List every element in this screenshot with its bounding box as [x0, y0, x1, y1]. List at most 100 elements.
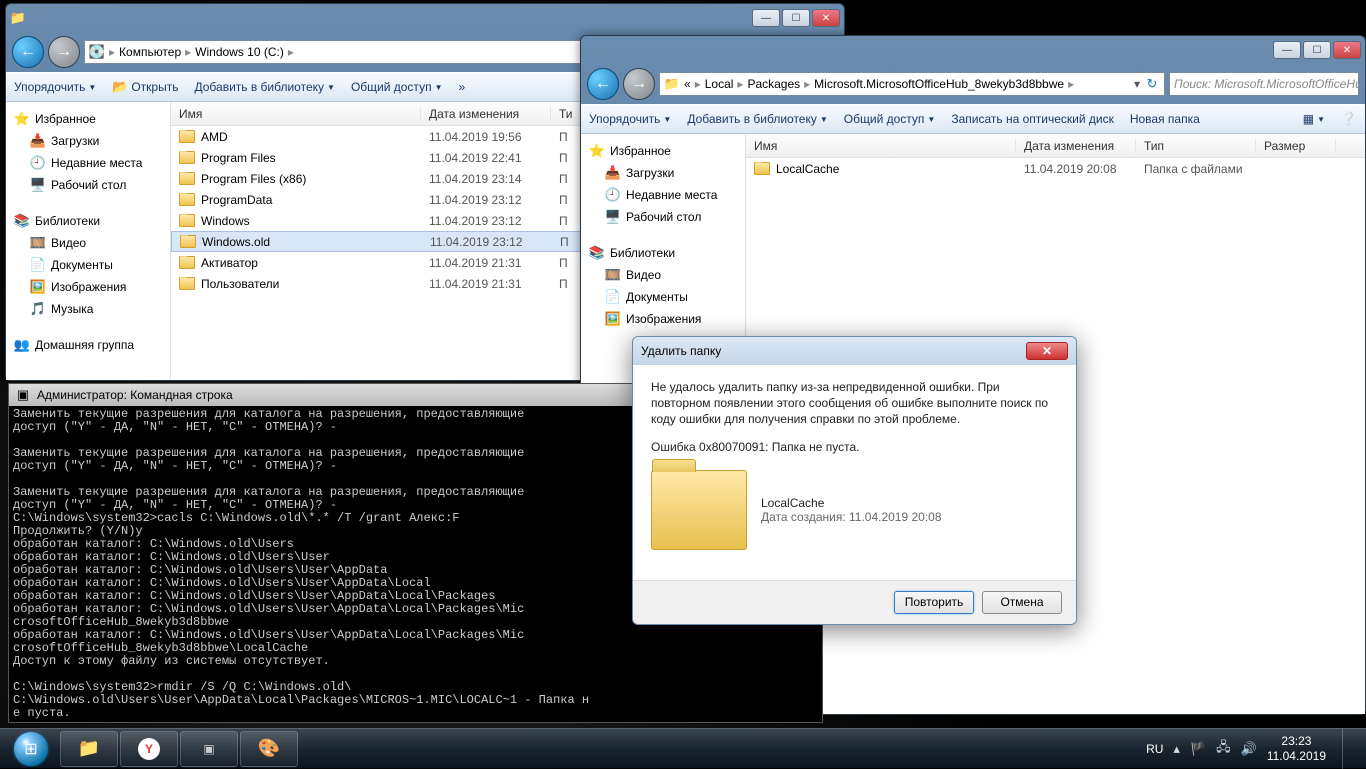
video-icon: 🎞️ [605, 267, 621, 283]
flag-icon[interactable]: 🏴 [1190, 741, 1206, 757]
file-date: 11.04.2019 21:31 [421, 277, 551, 291]
tray-up-icon[interactable]: ▴ [1173, 741, 1180, 757]
minimize-button[interactable]: — [1273, 41, 1301, 59]
breadcrumb-item[interactable]: Windows 10 (C:) [195, 45, 284, 59]
forward-button[interactable]: → [48, 36, 80, 68]
add-library-menu[interactable]: Добавить в библиотеку▼ [194, 80, 334, 94]
sidebar-music[interactable]: 🎵Музыка [10, 298, 166, 320]
sidebar-recent[interactable]: 🕘Недавние места [585, 184, 741, 206]
sidebar-video[interactable]: 🎞️Видео [10, 232, 166, 254]
file-date: 11.04.2019 20:08 [1016, 162, 1136, 176]
dialog-message: Не удалось удалить папку из-за непредвид… [651, 379, 1058, 428]
back-button[interactable]: ← [587, 68, 619, 100]
sidebar-recent[interactable]: 🕘Недавние места [10, 152, 166, 174]
column-date[interactable]: Дата изменения [1016, 139, 1136, 153]
start-button[interactable]: ⊞ [4, 731, 58, 767]
back-button[interactable]: ← [12, 36, 44, 68]
music-icon: 🎵 [30, 301, 46, 317]
task-browser[interactable]: Y [120, 731, 178, 767]
share-menu[interactable]: Общий доступ▼ [844, 112, 936, 126]
homegroup-icon: 👥 [14, 337, 30, 353]
file-name: AMD [201, 130, 228, 144]
video-icon: 🎞️ [30, 235, 46, 251]
add-library-menu[interactable]: Добавить в библиотеку▼ [687, 112, 827, 126]
share-menu[interactable]: Общий доступ▼ [351, 80, 443, 94]
toolbar: Упорядочить▼ Добавить в библиотеку▼ Общи… [581, 104, 1365, 134]
breadcrumb-item[interactable]: Компьютер [119, 45, 181, 59]
clock[interactable]: 23:23 11.04.2019 [1267, 734, 1326, 763]
close-button[interactable]: ✕ [1333, 41, 1361, 59]
forward-button[interactable]: → [623, 68, 655, 100]
folder-icon [180, 235, 196, 248]
column-date[interactable]: Дата изменения [421, 107, 551, 121]
breadcrumb-item[interactable]: Packages [747, 77, 800, 91]
desktop-icon: 🖥️ [605, 209, 621, 225]
libraries-group[interactable]: 📚Библиотеки [585, 242, 741, 264]
show-desktop[interactable] [1342, 729, 1356, 769]
open-icon: 📂 [112, 79, 128, 95]
recent-icon: 🕘 [605, 187, 621, 203]
dialog-folder-name: LocalCache [761, 496, 942, 510]
file-name: Program Files [201, 151, 276, 165]
file-name: ProgramData [201, 193, 272, 207]
breadcrumb-item[interactable]: Microsoft.MicrosoftOfficeHub_8wekyb3d8bb… [814, 77, 1064, 91]
task-cmd[interactable]: ▣ [180, 731, 238, 767]
favorites-group[interactable]: ⭐Избранное [10, 108, 166, 130]
sidebar-desktop[interactable]: 🖥️Рабочий стол [10, 174, 166, 196]
favorites-group[interactable]: ⭐Избранное [585, 140, 741, 162]
retry-button[interactable]: Повторить [894, 591, 974, 614]
file-type: Папка с файлами [1136, 162, 1276, 176]
library-icon: 📚 [14, 213, 30, 229]
sidebar-documents[interactable]: 📄Документы [585, 286, 741, 308]
organize-menu[interactable]: Упорядочить▼ [589, 112, 671, 126]
organize-menu[interactable]: Упорядочить▼ [14, 80, 96, 94]
open-button[interactable]: 📂Открыть [112, 79, 178, 95]
homegroup[interactable]: 👥Домашняя группа [10, 334, 166, 356]
cancel-button[interactable]: Отмена [982, 591, 1062, 614]
view-menu[interactable]: ▦▼ [1303, 112, 1325, 126]
sidebar-downloads[interactable]: 📥Загрузки [585, 162, 741, 184]
sidebar-pictures[interactable]: 🖼️Изображения [10, 276, 166, 298]
titlebar[interactable]: — ☐ ✕ [581, 36, 1365, 64]
column-size[interactable]: Размер [1256, 139, 1336, 153]
titlebar[interactable]: 📁 — ☐ ✕ [6, 4, 844, 32]
more-menu[interactable]: » [458, 80, 465, 94]
search-input[interactable]: Поиск: Microsoft.MicrosoftOfficeHu [1169, 72, 1359, 96]
maximize-button[interactable]: ☐ [782, 9, 810, 27]
sidebar-downloads[interactable]: 📥Загрузки [10, 130, 166, 152]
language-indicator[interactable]: RU [1146, 742, 1163, 756]
folder-icon [754, 162, 770, 175]
folder-icon [179, 130, 195, 143]
minimize-button[interactable]: — [752, 9, 780, 27]
sidebar-desktop[interactable]: 🖥️Рабочий стол [585, 206, 741, 228]
file-date: 11.04.2019 19:56 [421, 130, 551, 144]
desktop-icon: 🖥️ [30, 177, 46, 193]
dialog-close-button[interactable]: ✕ [1026, 342, 1068, 360]
column-name[interactable]: Имя [746, 139, 1016, 153]
libraries-group[interactable]: 📚Библиотеки [10, 210, 166, 232]
sidebar-video[interactable]: 🎞️Видео [585, 264, 741, 286]
breadcrumb-item[interactable]: Local [705, 77, 734, 91]
breadcrumb-overflow[interactable]: « [684, 77, 691, 91]
task-explorer[interactable]: 📁 [60, 731, 118, 767]
sidebar-documents[interactable]: 📄Документы [10, 254, 166, 276]
address-bar[interactable]: 📁 «▸ Local▸ Packages▸ Microsoft.Microsof… [659, 72, 1165, 96]
dialog-titlebar[interactable]: Удалить папку ✕ [633, 337, 1076, 365]
file-date: 11.04.2019 23:14 [421, 172, 551, 186]
file-name: Активатор [201, 256, 258, 270]
close-button[interactable]: ✕ [812, 9, 840, 27]
help-icon[interactable]: ❔ [1341, 111, 1357, 127]
column-type[interactable]: Тип [1136, 139, 1256, 153]
maximize-button[interactable]: ☐ [1303, 41, 1331, 59]
column-name[interactable]: Имя [171, 107, 421, 121]
sidebar-pictures[interactable]: 🖼️Изображения [585, 308, 741, 330]
file-row[interactable]: LocalCache11.04.2019 20:08Папка с файлам… [746, 158, 1365, 179]
new-folder-button[interactable]: Новая папка [1130, 112, 1200, 126]
task-paint[interactable]: 🎨 [240, 731, 298, 767]
network-icon[interactable]: 🖧 [1216, 738, 1231, 760]
burn-button[interactable]: Записать на оптический диск [951, 112, 1114, 126]
folder-icon [179, 256, 195, 269]
folder-icon: 📁 [10, 10, 26, 26]
refresh-icon[interactable]: ↻ [1144, 76, 1160, 92]
volume-icon[interactable]: 🔊 [1241, 741, 1257, 757]
